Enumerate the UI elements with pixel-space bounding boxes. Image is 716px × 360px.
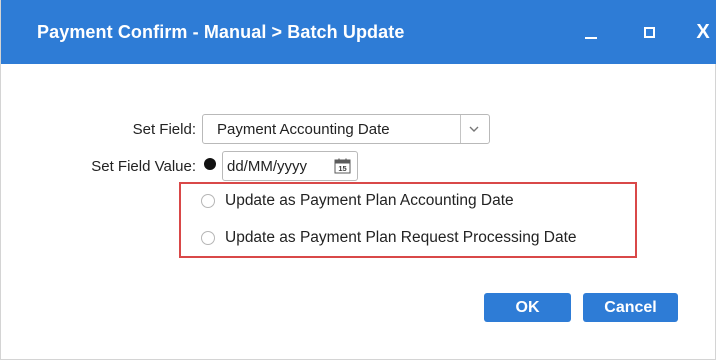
option-payment-plan-accounting-date[interactable]: Update as Payment Plan Accounting Date	[201, 191, 514, 211]
title-bar: Payment Confirm - Manual > Batch Update …	[1, 0, 716, 64]
close-icon: X	[696, 21, 710, 43]
ok-button[interactable]: OK	[484, 293, 571, 322]
dialog-title: Payment Confirm - Manual > Batch Update	[37, 22, 405, 42]
option-label: Update as Payment Plan Accounting Date	[225, 192, 514, 209]
date-value-radio[interactable]	[204, 158, 216, 170]
calendar-icon[interactable]: 15	[334, 158, 351, 174]
cancel-button[interactable]: Cancel	[583, 293, 678, 322]
batch-update-dialog: Payment Confirm - Manual > Batch Update …	[0, 0, 716, 360]
set-field-label: Set Field:	[132, 121, 196, 138]
set-field-value-label: Set Field Value:	[91, 158, 196, 175]
chevron-down-icon[interactable]	[467, 123, 481, 135]
minimize-button[interactable]	[575, 16, 607, 48]
date-input[interactable]: dd/MM/yyyy 15	[222, 151, 358, 181]
close-button[interactable]: X	[687, 16, 716, 48]
option-payment-plan-request-processing-date[interactable]: Update as Payment Plan Request Processin…	[201, 228, 577, 248]
radio-button[interactable]	[201, 194, 215, 208]
calendar-day-label: 15	[338, 164, 346, 173]
date-input-placeholder: dd/MM/yyyy	[227, 158, 308, 175]
minimize-icon	[585, 37, 597, 39]
select-divider	[460, 115, 461, 143]
radio-button[interactable]	[201, 231, 215, 245]
option-label: Update as Payment Plan Request Processin…	[225, 229, 577, 246]
set-field-select[interactable]: Payment Accounting Date	[202, 114, 490, 144]
maximize-button[interactable]	[633, 16, 665, 48]
set-field-selected-value: Payment Accounting Date	[217, 121, 390, 138]
maximize-icon	[643, 26, 655, 38]
